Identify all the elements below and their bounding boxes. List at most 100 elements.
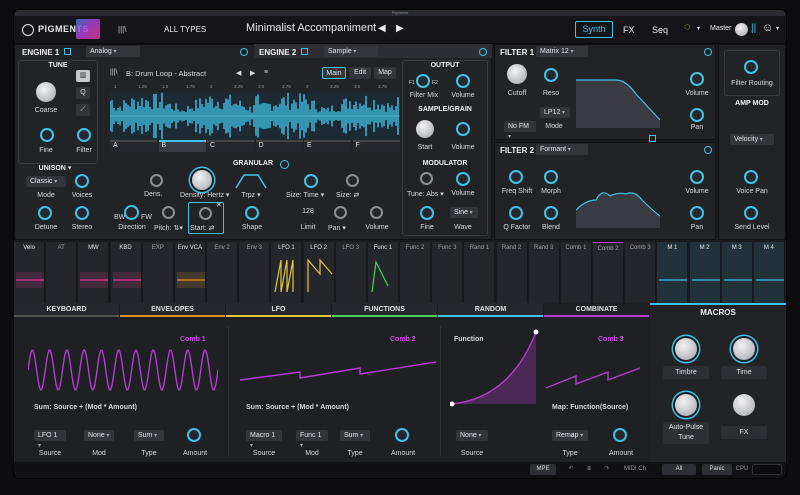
comb3-function-curve[interactable] (450, 328, 540, 408)
wand-button-icon[interactable]: ⟋ (76, 104, 90, 116)
mod-source-at[interactable]: AT (46, 242, 78, 304)
density-knob[interactable] (192, 170, 212, 190)
settings-face-icon[interactable]: ☺ (762, 22, 773, 34)
macro-time-label[interactable]: Time (721, 366, 767, 379)
engine1-type-dropdown[interactable]: Analog (86, 46, 140, 57)
modulator-fine-knob[interactable] (420, 206, 434, 220)
macro-fx-knob[interactable] (733, 394, 755, 416)
sample-slot[interactable]: D (255, 140, 303, 152)
filter1-response-graph[interactable] (576, 64, 660, 128)
library-icon[interactable]: |||\ (118, 25, 126, 34)
redo-icon[interactable]: ↷ (600, 464, 614, 475)
start-dropdown[interactable]: Start: ⇄ (190, 224, 215, 232)
direction-knob[interactable] (124, 205, 139, 220)
mod-source-func-2[interactable]: Func 2 (400, 242, 432, 304)
engine2-copy-icon[interactable] (301, 48, 308, 55)
tab-synth[interactable]: Synth (575, 21, 613, 38)
sample-menu-icon[interactable]: ≡ (264, 69, 268, 76)
limit-value[interactable]: 128 (294, 208, 322, 215)
sample-slot[interactable]: F (352, 140, 400, 152)
comb3-source-dropdown[interactable]: None (456, 430, 488, 441)
sample-prev-icon[interactable]: ◀ (236, 69, 241, 77)
tab-edit[interactable]: Edit (349, 67, 371, 79)
mod-source-rand-2[interactable]: Rand 2 (496, 242, 528, 304)
mod-source-func-1[interactable]: Func 1 (367, 242, 399, 304)
reso-knob[interactable] (544, 68, 558, 82)
mod-source-mw[interactable]: MW (78, 242, 110, 304)
pan-grain-knob[interactable] (334, 206, 347, 219)
tab-fx[interactable]: FX (623, 25, 635, 35)
engine1-title[interactable]: ENGINE 1 (22, 48, 59, 57)
history-icon[interactable]: ≡ (582, 464, 596, 475)
waveform-display[interactable] (110, 92, 400, 140)
pitch-dropdown[interactable]: Pitch: ⇅▾ (154, 224, 183, 232)
trpz-shape-icon[interactable] (234, 172, 268, 190)
mod-source-comb-1[interactable]: Comb 1 (560, 242, 592, 304)
undo-icon[interactable]: ↶ (564, 464, 578, 475)
master-volume-knob[interactable] (735, 23, 748, 36)
comb1-type-dropdown[interactable]: Sum (134, 430, 164, 441)
size-dropdown[interactable]: Size: ⇄ (336, 191, 359, 199)
panic-button[interactable]: Panic (702, 464, 732, 475)
mod-source-lfo-2[interactable]: LFO 2 (303, 242, 335, 304)
shape-knob[interactable] (245, 206, 259, 220)
mod-source-exp[interactable]: EXP (142, 242, 174, 304)
modulator-volume-knob[interactable] (456, 172, 470, 186)
comb3-amount-knob[interactable] (613, 428, 627, 442)
granular-power-icon[interactable] (280, 160, 289, 169)
sample-next-icon[interactable]: ▶ (250, 69, 255, 77)
send-level-knob[interactable] (744, 206, 758, 220)
sample-start-knob[interactable] (416, 120, 434, 138)
size-knob[interactable] (346, 174, 359, 187)
mod-source-env-2[interactable]: Env 2 (207, 242, 239, 304)
start-close-icon[interactable]: ✕ (216, 201, 222, 209)
lp12-dropdown[interactable]: LP12 (540, 107, 570, 118)
mod-source-comb-2[interactable]: Comb 2 (593, 242, 625, 304)
filter-mix-knob[interactable] (416, 74, 430, 88)
macro-fx-label[interactable]: FX (721, 426, 767, 439)
wave-dropdown[interactable]: Sine (450, 207, 478, 218)
comb1-source-dropdown[interactable]: LFO 1 (34, 430, 66, 441)
filter-copy-icon[interactable] (649, 135, 656, 142)
mod-source-env-3[interactable]: Env 3 (239, 242, 271, 304)
fine-knob[interactable] (40, 128, 54, 142)
tab-keyboard[interactable]: KEYBOARD (14, 303, 119, 317)
tab-functions[interactable]: FUNCTIONS (332, 303, 437, 317)
arturia-logo-icon[interactable] (22, 24, 34, 36)
macro-autopulse-knob[interactable] (675, 394, 697, 416)
voice-pan-knob[interactable] (744, 170, 758, 184)
comb2-source-dropdown[interactable]: Macro 1 (246, 430, 282, 441)
comb1-mod-dropdown[interactable]: None (84, 430, 114, 441)
mod-source-lfo-1[interactable]: LFO 1 (271, 242, 303, 304)
preset-name[interactable]: Minimalist Accompaniment (246, 22, 376, 34)
comb3-type-dropdown[interactable]: Remap (552, 430, 588, 441)
lightbulb-menu-chevron-icon[interactable]: ▾ (697, 25, 700, 32)
engine2-type-dropdown[interactable]: Sample (324, 46, 378, 57)
density-dropdown[interactable]: Density: Hertz ▾ (180, 191, 229, 199)
mod-source-env-vca[interactable]: Env VCA (174, 242, 206, 304)
detune-knob[interactable] (38, 206, 52, 220)
morph-knob[interactable] (544, 170, 558, 184)
engine2-title[interactable]: ENGINE 2 (259, 48, 296, 57)
mod-source-rand-1[interactable]: Rand 1 (464, 242, 496, 304)
filter1-volume-knob[interactable] (690, 72, 704, 86)
filter1-title[interactable]: FILTER 1 (500, 48, 534, 57)
mod-source-lfo-3[interactable]: LFO 3 (335, 242, 367, 304)
sample-slot[interactable]: A (110, 140, 157, 152)
macro-timbre-knob[interactable] (675, 338, 697, 360)
filter2-power-icon[interactable] (704, 146, 712, 154)
filter2-type-dropdown[interactable]: Formant (536, 144, 588, 155)
mod-source-m-3[interactable]: M 3 (721, 242, 753, 304)
tab-map[interactable]: Map (374, 67, 396, 79)
sample-slot[interactable]: E (304, 140, 351, 152)
filter-knob[interactable] (77, 128, 91, 142)
filter-routing-knob[interactable] (744, 60, 758, 74)
macro-time-knob[interactable] (733, 338, 755, 360)
comb2-amount-knob[interactable] (395, 428, 409, 442)
mod-source-m-2[interactable]: M 2 (689, 242, 721, 304)
comb2-mod-dropdown[interactable]: Func 1 (296, 430, 328, 441)
mod-source-rand-3[interactable]: Rand 3 (528, 242, 560, 304)
size-time-dropdown[interactable]: Size: Time ▾ (286, 191, 324, 199)
cutoff-knob[interactable] (507, 64, 527, 84)
sample-volume-knob[interactable] (456, 122, 470, 136)
